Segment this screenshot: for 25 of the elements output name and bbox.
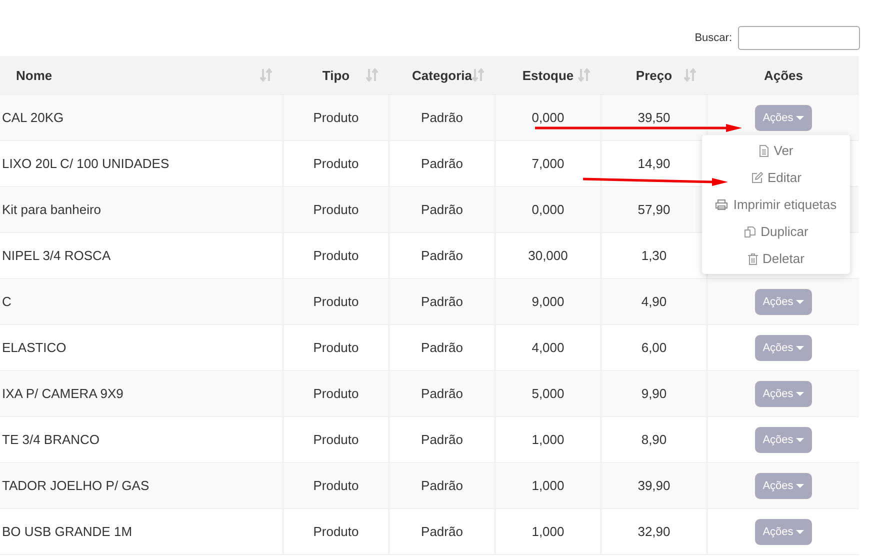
sort-icon[interactable] bbox=[472, 68, 484, 82]
printer-icon bbox=[715, 199, 728, 210]
table-cell: BO USB GRANDE 1M bbox=[0, 509, 284, 554]
table-cell: 32,90 bbox=[602, 509, 708, 554]
actions-dropdown-button[interactable]: Ações bbox=[754, 518, 812, 544]
actions-dropdown-button[interactable]: Ações bbox=[754, 334, 812, 360]
document-icon bbox=[758, 144, 769, 156]
trash-icon bbox=[748, 252, 758, 264]
sort-icon[interactable] bbox=[260, 68, 272, 82]
sort-icon[interactable] bbox=[578, 68, 590, 82]
table-cell: Padrão bbox=[390, 509, 496, 554]
actions-dropdown-button[interactable]: Ações bbox=[754, 104, 812, 130]
actions-dropdown-button[interactable]: Ações bbox=[754, 472, 812, 498]
edit-icon bbox=[750, 172, 763, 184]
actions-dropdown-button[interactable]: Ações bbox=[754, 426, 812, 452]
search-field[interactable] bbox=[738, 26, 860, 50]
sort-icon[interactable] bbox=[684, 68, 696, 82]
copy-icon bbox=[744, 226, 756, 238]
actions-dropdown-button[interactable]: Ações bbox=[754, 288, 812, 314]
column-header[interactable]: Ações bbox=[708, 56, 859, 94]
actions-dropdown-button[interactable]: Ações bbox=[754, 380, 812, 406]
sort-icon[interactable] bbox=[366, 68, 378, 82]
table-cell: Produto bbox=[284, 509, 390, 554]
search-label: Buscar: bbox=[694, 32, 732, 44]
table-cell: 1,000 bbox=[496, 509, 602, 554]
